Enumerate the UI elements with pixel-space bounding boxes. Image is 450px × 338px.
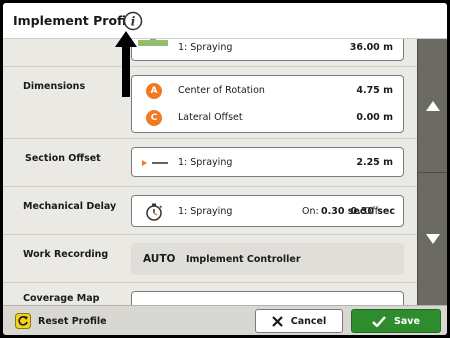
dimensions-field[interactable]: A Center of Rotation 4.75 m C Lateral Of…: [131, 75, 404, 133]
scrollbar[interactable]: [417, 39, 447, 305]
work-recording-mode: AUTO: [143, 253, 176, 265]
header-bar: Implement Profile i: [3, 3, 447, 39]
cancel-button[interactable]: Cancel: [255, 309, 343, 333]
implement-profile-screen: Implement Profile i 1: Spraying 36.00 m …: [0, 0, 450, 338]
dimensions-label: Dimensions: [23, 81, 86, 92]
delay-off-value: 0.30 sec: [350, 206, 395, 217]
cancel-x-icon: [271, 315, 283, 327]
center-of-rotation-value: 4.75 m: [356, 85, 393, 96]
width-item-label: 1: Spraying: [178, 42, 233, 53]
section-offset-label: Section Offset: [25, 153, 101, 164]
reset-profile-button[interactable]: Reset Profile: [11, 309, 111, 333]
width-value: 36.00 m: [349, 42, 393, 53]
row-dimensions: Dimensions A Center of Rotation 4.75 m C…: [3, 67, 417, 139]
save-button[interactable]: Save: [351, 309, 441, 333]
cancel-label: Cancel: [290, 315, 327, 327]
row-width: 1: Spraying 36.00 m: [3, 39, 417, 67]
coverage-map-field[interactable]: [131, 291, 404, 305]
section-offset-item-label: 1: Spraying: [178, 157, 233, 168]
profile-content: 1: Spraying 36.00 m Dimensions A Center …: [3, 39, 417, 305]
implement-width-icon: [138, 39, 168, 46]
save-label: Save: [394, 315, 420, 327]
reset-profile-label: Reset Profile: [38, 315, 107, 327]
work-recording-label: Work Recording: [23, 249, 109, 260]
section-offset-field[interactable]: 1: Spraying 2.25 m: [131, 147, 404, 177]
reset-icon: [15, 313, 31, 329]
width-field[interactable]: 1: Spraying 36.00 m: [131, 39, 404, 61]
mechanical-delay-label: Mechanical Delay: [23, 201, 117, 212]
section-offset-value: 2.25 m: [356, 157, 393, 168]
coverage-map-label: Coverage Map: [23, 293, 100, 304]
callout-arrow-icon: [115, 31, 137, 97]
scroll-up-button[interactable]: [418, 39, 447, 172]
up-arrow-icon: [426, 100, 440, 111]
timer-icon: [146, 203, 163, 221]
lateral-offset-label: Lateral Offset: [178, 112, 243, 123]
row-work-recording: Work Recording AUTO Implement Controller: [3, 235, 417, 283]
work-recording-field: AUTO Implement Controller: [131, 243, 404, 275]
center-of-rotation-label: Center of Rotation: [178, 85, 265, 96]
page-title: Implement Profile: [13, 13, 140, 28]
row-coverage-map: Coverage Map: [3, 283, 417, 305]
lateral-offset-value: 0.00 m: [356, 112, 393, 123]
svg-text:i: i: [131, 15, 136, 29]
info-icon[interactable]: i: [123, 11, 143, 31]
section-offset-icon: [142, 160, 168, 166]
badge-c-icon: C: [146, 110, 162, 126]
mechanical-delay-field[interactable]: 1: Spraying On: 0.30 sec Off: 0.30 sec: [131, 195, 404, 227]
scroll-down-button[interactable]: [418, 172, 447, 305]
row-mechanical-delay: Mechanical Delay 1: Spraying On: 0.30 se…: [3, 187, 417, 235]
mechanical-delay-item-label: 1: Spraying: [178, 206, 233, 217]
checkmark-icon: [372, 315, 386, 327]
delay-on-label: On:: [302, 206, 319, 217]
row-section-offset: Section Offset 1: Spraying 2.25 m: [3, 139, 417, 187]
down-arrow-icon: [426, 234, 440, 244]
work-recording-source: Implement Controller: [186, 254, 301, 265]
footer-bar: Reset Profile Cancel Save: [3, 305, 447, 335]
badge-a-icon: A: [146, 83, 162, 99]
